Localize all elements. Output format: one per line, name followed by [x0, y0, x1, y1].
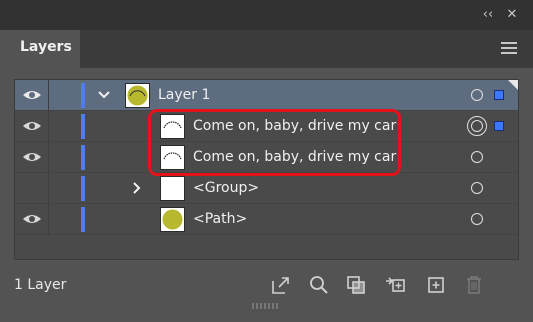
visibility-toggle[interactable] — [15, 80, 48, 110]
layer-row[interactable]: <Group> — [15, 173, 518, 204]
panel-footer: 1 Layer — [0, 268, 533, 302]
eye-icon — [23, 91, 41, 99]
new-layer-icon[interactable] — [425, 274, 447, 296]
layer-count: 1 Layer — [14, 277, 67, 293]
clipping-mask-icon[interactable] — [345, 274, 367, 296]
panel-menu-icon[interactable] — [501, 42, 517, 54]
search-icon[interactable] — [308, 274, 330, 296]
visibility-toggle[interactable] — [15, 111, 48, 141]
layer-thumbnail — [125, 83, 150, 108]
current-layer-corner — [508, 80, 518, 90]
object-name: <Path> — [193, 211, 248, 227]
target-icon[interactable] — [471, 89, 483, 101]
layer-row[interactable]: <Path> — [15, 204, 518, 235]
visibility-toggle[interactable] — [15, 142, 48, 172]
highlight-box — [148, 109, 401, 176]
layer-color-bar — [81, 114, 85, 139]
visibility-toggle[interactable] — [15, 173, 48, 203]
layer-color-bar — [81, 83, 85, 108]
object-name: <Group> — [193, 180, 260, 196]
chevron-down-icon[interactable] — [97, 88, 111, 102]
visibility-toggle[interactable] — [15, 204, 48, 234]
lock-toggle[interactable] — [49, 111, 79, 141]
target-selected-icon[interactable] — [467, 116, 487, 136]
trash-icon[interactable] — [463, 274, 485, 296]
layer-name: Layer 1 — [158, 87, 211, 103]
layer-color-bar — [81, 145, 85, 170]
chevron-right-icon[interactable] — [129, 181, 143, 195]
eye-icon — [23, 122, 41, 130]
object-thumbnail — [160, 176, 185, 201]
tab-bar: Layers — [0, 30, 533, 68]
eye-icon — [23, 153, 41, 161]
layer-row[interactable]: Layer 1 — [15, 80, 518, 111]
move-to-layer-icon[interactable] — [384, 274, 406, 296]
resize-grip-icon[interactable] — [252, 303, 280, 309]
eye-icon — [23, 215, 41, 223]
tab-layers[interactable]: Layers — [0, 30, 80, 68]
close-panel-icon[interactable]: ✕ — [503, 6, 521, 24]
selection-indicator[interactable] — [494, 90, 504, 100]
layer-color-bar — [81, 176, 85, 201]
lock-toggle[interactable] — [49, 173, 79, 203]
lock-toggle[interactable] — [49, 80, 79, 110]
object-thumbnail — [160, 207, 185, 232]
target-icon[interactable] — [471, 182, 483, 194]
export-icon[interactable] — [270, 274, 292, 296]
target-icon[interactable] — [471, 213, 483, 225]
collapse-panel-icon[interactable]: ‹‹ — [479, 6, 497, 24]
lock-toggle[interactable] — [49, 142, 79, 172]
lock-toggle[interactable] — [49, 204, 79, 234]
target-icon[interactable] — [471, 151, 483, 163]
layer-color-bar — [81, 207, 85, 232]
panel-title-bar: ‹‹ ✕ — [0, 0, 533, 30]
selection-indicator[interactable] — [494, 121, 504, 131]
